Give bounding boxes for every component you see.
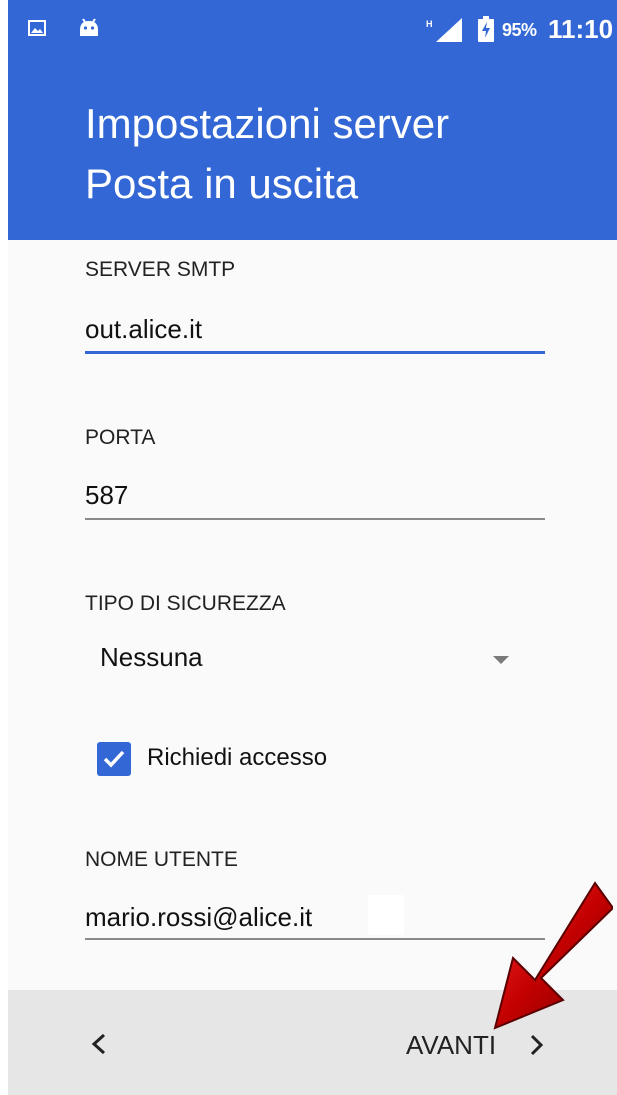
page-title-line1: Impostazioni server (85, 100, 450, 147)
port-label: PORTA (85, 426, 156, 449)
security-type-value: Nessuna (100, 642, 203, 672)
white-patch (368, 895, 404, 935)
app-bar: H 95% 11:10 Impostazioni server Posta in… (8, 0, 617, 240)
annotation-arrow (493, 881, 613, 1030)
port-input[interactable]: 587 (85, 472, 545, 518)
require-login-label[interactable]: Richiedi accesso (147, 744, 327, 772)
smtp-server-label: SERVER SMTP (85, 258, 236, 281)
android-icon (80, 18, 98, 36)
signal-type-label: H (426, 19, 433, 29)
username-label: NOME UTENTE (85, 848, 238, 871)
dropdown-arrow-icon (493, 656, 509, 664)
page-title: Impostazioni server Posta in uscita (85, 94, 449, 214)
smtp-server-underline (85, 351, 545, 354)
security-type-label: TIPO DI SICUREZZA (85, 592, 286, 615)
status-bar: H 95% 11:10 (8, 0, 617, 62)
smtp-server-input[interactable]: out.alice.it (85, 306, 545, 352)
page-title-line2: Posta in uscita (85, 160, 359, 207)
clock: 11:10 (548, 14, 614, 44)
battery-charging-icon (478, 16, 494, 42)
require-login-checkbox[interactable] (97, 742, 131, 776)
port-underline (85, 518, 545, 520)
chevron-left-icon[interactable] (84, 1026, 114, 1062)
image-icon (28, 20, 46, 36)
checkmark-icon (103, 750, 125, 768)
signal-icon: H (426, 18, 462, 42)
battery-percent: 95% (502, 20, 537, 40)
